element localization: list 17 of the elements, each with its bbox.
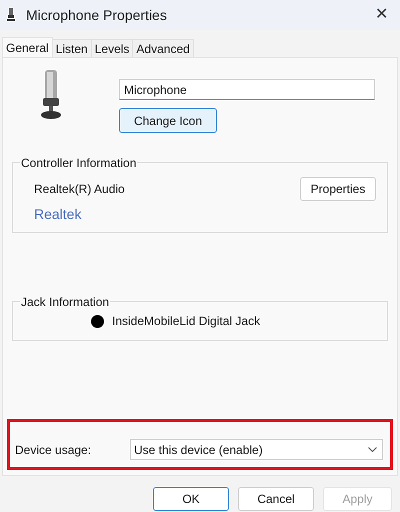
tab[interactable]: Advanced [132,39,194,57]
chevron-down-icon [368,447,377,452]
dialog-button[interactable]: Cancel [238,487,314,511]
vendor-link[interactable]: Realtek [34,204,82,225]
microphone-icon [6,8,16,22]
properties-button[interactable]: Properties [300,177,376,201]
dialog-button[interactable]: OK [153,487,229,511]
microphone-icon [39,70,63,120]
window-title: Microphone Properties [26,6,167,25]
device-usage-dropdown[interactable]: Use this device (enable) [130,439,383,460]
close-button[interactable]: ✕ [375,3,388,27]
tab[interactable]: General [2,37,53,58]
change-icon-button[interactable]: Change Icon [119,108,217,133]
jack-name: InsideMobileLid Digital Jack [112,313,260,330]
controller-name: Realtek(R) Audio [34,181,125,198]
name-field[interactable]: Microphone [119,79,375,100]
device-usage-label: Device usage: [15,442,92,458]
